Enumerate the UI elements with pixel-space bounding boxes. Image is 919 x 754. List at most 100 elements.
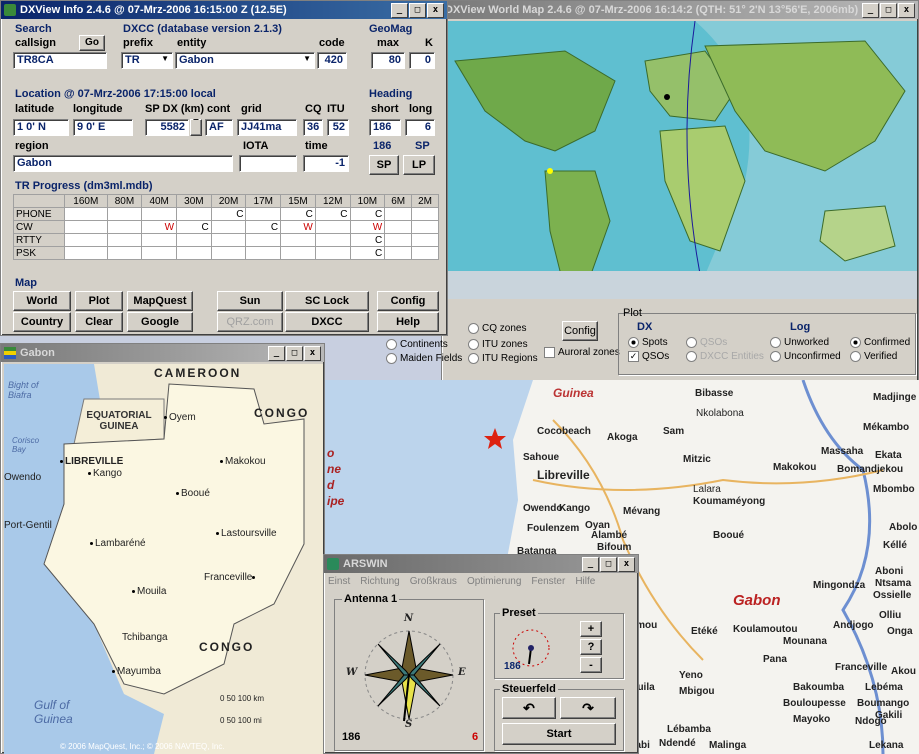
progress-cell[interactable] [106, 207, 143, 221]
progress-cell[interactable] [106, 233, 143, 247]
progress-cell[interactable] [314, 246, 351, 260]
auroral-zones-option[interactable]: Auroral zones [544, 347, 620, 358]
unworked-option[interactable]: Unworked [770, 337, 829, 348]
progress-cell[interactable] [141, 246, 178, 260]
mapquest-button[interactable]: MapQuest [127, 291, 193, 311]
progress-cell[interactable] [411, 220, 439, 234]
progress-cell[interactable] [64, 207, 108, 221]
progress-cell[interactable] [314, 220, 351, 234]
go-button[interactable]: Go [79, 35, 105, 51]
progress-cell[interactable] [245, 207, 282, 221]
progress-cell[interactable] [245, 246, 282, 260]
progress-cell[interactable] [210, 246, 247, 260]
minimize-icon[interactable]: _ [862, 2, 879, 18]
prefix-select[interactable]: TR ▼ [121, 52, 173, 69]
progress-cell[interactable]: W [280, 220, 316, 234]
arswin-titlebar[interactable]: ARSWIN _ □ x [324, 555, 638, 573]
progress-cell[interactable] [64, 220, 108, 234]
progress-cell[interactable] [280, 233, 316, 247]
confirmed-option[interactable]: Confirmed [850, 337, 910, 348]
menu-item[interactable]: Einst [328, 576, 350, 587]
progress-cell[interactable] [210, 220, 247, 234]
progress-cell[interactable] [210, 233, 247, 247]
verified-option[interactable]: Verified [850, 351, 897, 362]
compass-rose[interactable]: N E S W [344, 613, 474, 733]
preset-plus-button[interactable]: + [580, 621, 602, 637]
world-map-canvas[interactable] [445, 21, 917, 299]
world-button[interactable]: World [13, 291, 71, 311]
progress-cell[interactable]: C [280, 207, 316, 221]
preset-help-button[interactable]: ? [580, 639, 602, 655]
menu-item[interactable]: Richtung [360, 576, 399, 587]
maximize-icon[interactable]: □ [600, 556, 617, 572]
progress-cell[interactable] [176, 207, 212, 221]
menu-item[interactable]: Hilfe [575, 576, 595, 587]
lp-button[interactable]: LP [403, 155, 435, 175]
progress-cell[interactable]: W [349, 220, 386, 234]
help-button[interactable]: Help [377, 312, 439, 332]
minimize-icon[interactable]: _ [582, 556, 599, 572]
worldmap-config-button[interactable]: Config [562, 321, 598, 341]
gabon-titlebar[interactable]: Gabon _ □ x [1, 344, 324, 362]
maximize-icon[interactable]: □ [286, 345, 303, 361]
progress-cell[interactable] [314, 233, 351, 247]
rotate-cw-button[interactable]: ↷ [560, 697, 616, 719]
progress-cell[interactable] [280, 246, 316, 260]
itu-zones-option[interactable]: ITU zones [468, 339, 528, 350]
dxview-titlebar[interactable]: DXView Info 2.4.6 @ 07-Mrz-2006 16:15:00… [1, 1, 447, 19]
cq-zones-option[interactable]: CQ zones [468, 323, 526, 334]
minimize-icon[interactable]: _ [391, 2, 408, 18]
progress-cell[interactable] [141, 207, 178, 221]
progress-cell[interactable] [106, 220, 143, 234]
sc-lock-button[interactable]: SC Lock [285, 291, 369, 311]
spots-option[interactable]: Spots [628, 337, 668, 348]
itu-regions-option[interactable]: ITU Regions [468, 353, 538, 364]
world-map-titlebar[interactable]: DXView World Map 2.4.6 @ 07-Mrz-2006 16:… [442, 1, 918, 19]
close-icon[interactable]: x [304, 345, 321, 361]
google-button[interactable]: Google [127, 312, 193, 332]
sun-button[interactable]: Sun [217, 291, 283, 311]
progress-cell[interactable] [411, 246, 439, 260]
maximize-icon[interactable]: □ [409, 2, 426, 18]
progress-cell[interactable]: C [314, 207, 351, 221]
progress-cell[interactable] [106, 246, 143, 260]
menu-item[interactable]: Fenster [531, 576, 565, 587]
progress-cell[interactable] [384, 233, 413, 247]
progress-cell[interactable] [384, 220, 413, 234]
unconfirmed-option[interactable]: Unconfirmed [770, 351, 841, 362]
rotate-ccw-button[interactable]: ↶ [502, 697, 556, 719]
close-icon[interactable]: x [898, 2, 915, 18]
progress-cell[interactable] [411, 233, 439, 247]
close-icon[interactable]: x [427, 2, 444, 18]
progress-cell[interactable] [141, 233, 178, 247]
progress-cell[interactable]: C [349, 233, 386, 247]
progress-cell[interactable] [245, 233, 282, 247]
progress-cell[interactable] [384, 207, 413, 221]
sp-button[interactable]: SP [369, 155, 399, 175]
qsos-option[interactable]: ✓ QSOs [628, 351, 669, 362]
progress-cell[interactable] [176, 233, 212, 247]
progress-cell[interactable]: C [349, 207, 386, 221]
spdx-toggle-button[interactable]: ‾ [190, 119, 202, 136]
maiden-fields-option[interactable]: Maiden Fields [386, 353, 462, 364]
close-icon[interactable]: x [618, 556, 635, 572]
entity-select[interactable]: Gabon ▼ [175, 52, 315, 69]
minimize-icon[interactable]: _ [268, 345, 285, 361]
config-button[interactable]: Config [377, 291, 439, 311]
maximize-icon[interactable]: □ [880, 2, 897, 18]
progress-cell[interactable]: C [176, 220, 212, 234]
callsign-input[interactable]: TR8CA [13, 52, 107, 69]
gabon-map-canvas[interactable]: CAMEROON CONGO CONGO EQUATORIAL GUINEA B… [4, 364, 323, 754]
progress-cell[interactable] [64, 246, 108, 260]
start-button[interactable]: Start [502, 723, 616, 745]
progress-cell[interactable]: C [210, 207, 247, 221]
progress-cell[interactable]: W [141, 220, 178, 234]
dxcc-button[interactable]: DXCC [285, 312, 369, 332]
country-button[interactable]: Country [13, 312, 71, 332]
plot-button[interactable]: Plot [75, 291, 123, 311]
progress-cell[interactable] [384, 246, 413, 260]
progress-cell[interactable] [176, 246, 212, 260]
progress-cell[interactable]: C [245, 220, 282, 234]
preset-minus-button[interactable]: - [580, 657, 602, 673]
progress-cell[interactable]: C [349, 246, 386, 260]
